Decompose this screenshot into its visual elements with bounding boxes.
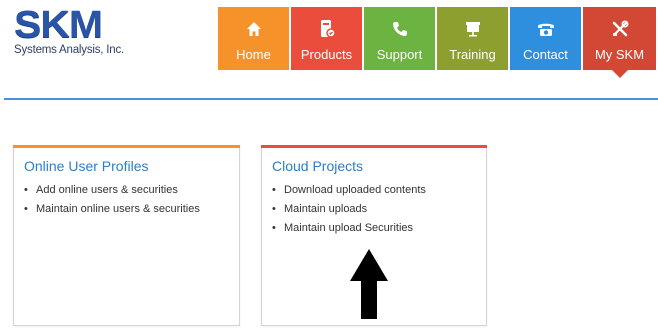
nav-contact-label: Contact: [523, 47, 568, 62]
logo-wordmark: SKM: [14, 4, 103, 46]
cloud-projects-title[interactable]: Cloud Projects: [272, 158, 363, 174]
cloud-projects-list: • Download uploaded contents • Maintain up…: [272, 181, 426, 238]
online-user-profiles-card: Online User Profiles • Add online users &…: [13, 145, 240, 326]
nav-products-label: Products: [300, 47, 353, 62]
presentation-icon: [464, 19, 482, 39]
nav-home-label: Home: [236, 47, 271, 62]
products-icon: [318, 19, 336, 39]
list-item-label: Maintain upload Securities: [284, 222, 414, 234]
home-icon: [245, 19, 263, 39]
list-item[interactable]: • Download uploaded contents: [272, 181, 426, 200]
phone-icon: [391, 19, 409, 39]
nav-products[interactable]: Products: [291, 7, 362, 70]
list-item[interactable]: • Add online users & securities: [24, 181, 200, 200]
nav-support-label: Support: [376, 47, 423, 62]
skm-logo[interactable]: SKM Systems Analysis, Inc.: [14, 6, 124, 58]
nav-home[interactable]: Home: [218, 7, 289, 70]
list-item-label: Download uploaded contents: [284, 184, 426, 196]
main-nav: Home Products Support Training Contact M…: [218, 7, 656, 78]
logo-tagline: Systems Analysis, Inc.: [14, 44, 124, 56]
card-accent-bar: [13, 145, 240, 148]
list-item-label: Maintain uploads: [284, 203, 368, 215]
nav-training-label: Training: [449, 47, 496, 62]
list-item[interactable]: • Maintain online users & securities: [24, 200, 200, 219]
online-user-profiles-title[interactable]: Online User Profiles: [24, 158, 149, 174]
list-item-label: Add online users & securities: [36, 184, 178, 196]
tools-icon: [611, 19, 629, 39]
header-divider: [4, 98, 658, 100]
card-accent-bar: [261, 145, 487, 148]
nav-training[interactable]: Training: [437, 7, 508, 70]
active-nav-pointer: [611, 70, 628, 78]
list-item[interactable]: • Maintain upload Securities: [272, 219, 426, 238]
online-user-profiles-list: • Add online users & securities • Maintain…: [24, 181, 200, 219]
list-item-label: Maintain online users & securities: [36, 203, 200, 215]
nav-my-skm[interactable]: My SKM: [583, 7, 656, 78]
telephone-icon: [536, 19, 556, 39]
nav-contact[interactable]: Contact: [510, 7, 581, 70]
nav-my-skm-label: My SKM: [594, 47, 645, 62]
nav-support[interactable]: Support: [364, 7, 435, 70]
list-item[interactable]: • Maintain uploads: [272, 200, 426, 219]
up-arrow-icon: [350, 249, 388, 319]
